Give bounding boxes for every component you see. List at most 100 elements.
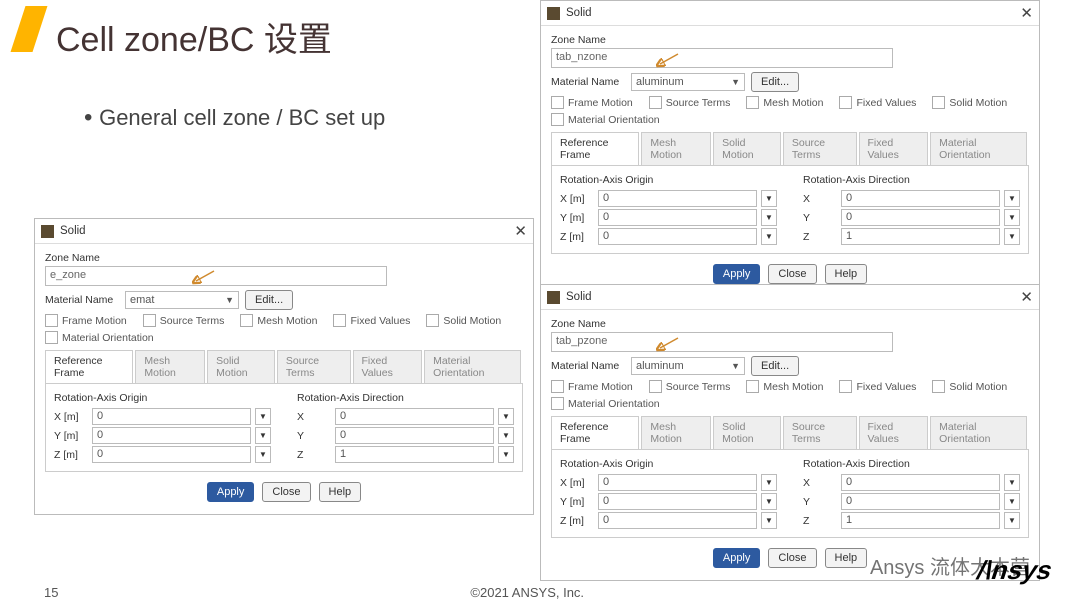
tab-fixed-values[interactable]: Fixed Values (353, 350, 423, 383)
title-text-en: Cell zone/BC (56, 21, 254, 59)
origin-y-dropdown[interactable]: ▼ (255, 427, 271, 444)
tab-source-terms[interactable]: Source Terms (277, 350, 351, 383)
origin-z-input[interactable]: 0 (92, 446, 251, 463)
material-name-select[interactable]: aluminum ▼ (631, 73, 745, 91)
tab-fixed-values[interactable]: Fixed Values (859, 416, 929, 449)
close-button[interactable]: Close (262, 482, 310, 502)
origin-y-dropdown[interactable]: ▼ (761, 209, 777, 226)
direction-x-dropdown[interactable]: ▼ (1004, 474, 1020, 491)
fixed-values-checkbox[interactable]: Fixed Values (839, 380, 916, 393)
zone-name-input[interactable]: tab_nzone (551, 48, 893, 68)
help-button[interactable]: Help (825, 548, 868, 568)
tab-mesh-motion[interactable]: Mesh Motion (641, 132, 711, 165)
rotation-direction-label: Rotation-Axis Direction (803, 458, 1020, 470)
source-terms-checkbox[interactable]: Source Terms (649, 96, 731, 109)
direction-y-dropdown[interactable]: ▼ (1004, 209, 1020, 226)
solid-motion-checkbox[interactable]: Solid Motion (426, 314, 501, 327)
dialog-close-button[interactable]: ✕ (1020, 4, 1033, 22)
direction-z-input[interactable]: 1 (841, 228, 1000, 245)
mesh-motion-checkbox[interactable]: Mesh Motion (746, 380, 823, 393)
help-button[interactable]: Help (825, 264, 868, 284)
source-terms-checkbox[interactable]: Source Terms (143, 314, 225, 327)
direction-x-input[interactable]: 0 (335, 408, 494, 425)
apply-button[interactable]: Apply (207, 482, 255, 502)
origin-z-dropdown[interactable]: ▼ (761, 228, 777, 245)
direction-z-dropdown[interactable]: ▼ (1004, 228, 1020, 245)
help-button[interactable]: Help (319, 482, 362, 502)
tab-material-orientation[interactable]: Material Orientation (424, 350, 521, 383)
material-orientation-checkbox[interactable]: Material Orientation (45, 331, 154, 344)
fixed-values-checkbox[interactable]: Fixed Values (333, 314, 410, 327)
origin-x-input[interactable]: 0 (598, 190, 757, 207)
dir-z-label: Z (803, 515, 837, 527)
tab-solid-motion[interactable]: Solid Motion (713, 132, 781, 165)
axis-z-label: Z [m] (560, 515, 594, 527)
tab-material-orientation[interactable]: Material Orientation (930, 416, 1027, 449)
edit-material-button[interactable]: Edit... (245, 290, 293, 310)
tab-fixed-values[interactable]: Fixed Values (859, 132, 929, 165)
direction-y-input[interactable]: 0 (841, 493, 1000, 510)
origin-z-dropdown[interactable]: ▼ (761, 512, 777, 529)
material-orientation-checkbox[interactable]: Material Orientation (551, 397, 660, 410)
zone-name-input[interactable]: e_zone (45, 266, 387, 286)
origin-z-input[interactable]: 0 (598, 228, 757, 245)
direction-x-dropdown[interactable]: ▼ (1004, 190, 1020, 207)
origin-x-dropdown[interactable]: ▼ (761, 190, 777, 207)
direction-x-input[interactable]: 0 (841, 474, 1000, 491)
material-name-select[interactable]: aluminum ▼ (631, 357, 745, 375)
dialog-close-button[interactable]: ✕ (514, 222, 527, 240)
tab-source-terms[interactable]: Source Terms (783, 132, 857, 165)
zone-name-label: Zone Name (45, 252, 523, 264)
origin-y-input[interactable]: 0 (92, 427, 251, 444)
origin-x-input[interactable]: 0 (598, 474, 757, 491)
frame-motion-checkbox[interactable]: Frame Motion (551, 380, 633, 393)
edit-material-button[interactable]: Edit... (751, 72, 799, 92)
tab-material-orientation[interactable]: Material Orientation (930, 132, 1027, 165)
fixed-values-checkbox[interactable]: Fixed Values (839, 96, 916, 109)
frame-motion-checkbox[interactable]: Frame Motion (551, 96, 633, 109)
direction-y-dropdown[interactable]: ▼ (1004, 493, 1020, 510)
origin-x-input[interactable]: 0 (92, 408, 251, 425)
material-orientation-checkbox[interactable]: Material Orientation (551, 113, 660, 126)
tab-mesh-motion[interactable]: Mesh Motion (641, 416, 711, 449)
direction-y-input[interactable]: 0 (841, 209, 1000, 226)
tab-reference-frame[interactable]: Reference Frame (551, 132, 639, 165)
direction-z-input[interactable]: 1 (335, 446, 494, 463)
frame-motion-checkbox[interactable]: Frame Motion (45, 314, 127, 327)
origin-x-dropdown[interactable]: ▼ (761, 474, 777, 491)
zone-name-input[interactable]: tab_pzone (551, 332, 893, 352)
origin-y-input[interactable]: 0 (598, 209, 757, 226)
rotation-origin-label: Rotation-Axis Origin (560, 174, 777, 186)
origin-y-input[interactable]: 0 (598, 493, 757, 510)
source-terms-checkbox[interactable]: Source Terms (649, 380, 731, 393)
direction-z-input[interactable]: 1 (841, 512, 1000, 529)
origin-y-dropdown[interactable]: ▼ (761, 493, 777, 510)
close-button[interactable]: Close (768, 264, 816, 284)
tab-solid-motion[interactable]: Solid Motion (207, 350, 275, 383)
tab-solid-motion[interactable]: Solid Motion (713, 416, 781, 449)
direction-z-dropdown[interactable]: ▼ (498, 446, 514, 463)
solid-motion-checkbox[interactable]: Solid Motion (932, 380, 1007, 393)
material-name-select[interactable]: emat ▼ (125, 291, 239, 309)
mesh-motion-checkbox[interactable]: Mesh Motion (746, 96, 823, 109)
origin-z-dropdown[interactable]: ▼ (255, 446, 271, 463)
tab-reference-frame[interactable]: Reference Frame (551, 416, 639, 449)
tab-source-terms[interactable]: Source Terms (783, 416, 857, 449)
direction-z-dropdown[interactable]: ▼ (1004, 512, 1020, 529)
tab-reference-frame[interactable]: Reference Frame (45, 350, 133, 383)
apply-button[interactable]: Apply (713, 548, 761, 568)
direction-x-dropdown[interactable]: ▼ (498, 408, 514, 425)
edit-material-button[interactable]: Edit... (751, 356, 799, 376)
tab-mesh-motion[interactable]: Mesh Motion (135, 350, 205, 383)
origin-z-input[interactable]: 0 (598, 512, 757, 529)
caret-down-icon: ▼ (731, 77, 740, 87)
direction-y-dropdown[interactable]: ▼ (498, 427, 514, 444)
close-button[interactable]: Close (768, 548, 816, 568)
direction-x-input[interactable]: 0 (841, 190, 1000, 207)
origin-x-dropdown[interactable]: ▼ (255, 408, 271, 425)
solid-motion-checkbox[interactable]: Solid Motion (932, 96, 1007, 109)
apply-button[interactable]: Apply (713, 264, 761, 284)
dialog-close-button[interactable]: ✕ (1020, 288, 1033, 306)
direction-y-input[interactable]: 0 (335, 427, 494, 444)
mesh-motion-checkbox[interactable]: Mesh Motion (240, 314, 317, 327)
